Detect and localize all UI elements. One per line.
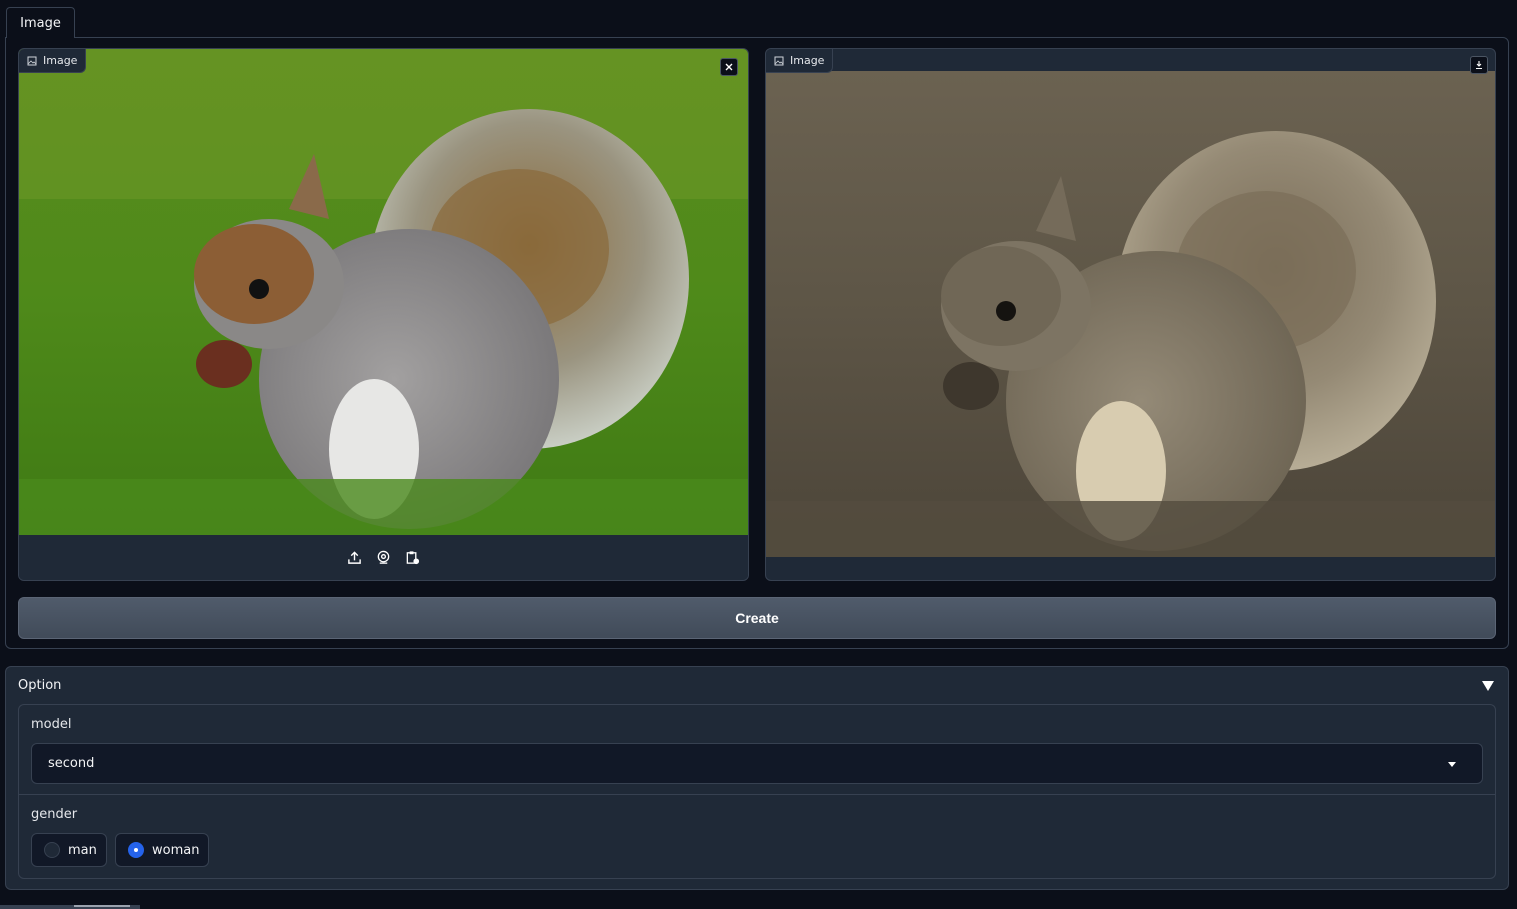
- clear-image-button[interactable]: [720, 58, 738, 76]
- clipboard-source-button[interactable]: [404, 549, 421, 566]
- radio-woman[interactable]: [128, 842, 144, 858]
- output-image-label: Image: [766, 49, 834, 73]
- model-block: model second: [18, 704, 1496, 795]
- options-accordion-title[interactable]: Option: [18, 678, 61, 693]
- input-image-box[interactable]: Image: [18, 48, 749, 581]
- model-dropdown-value: second: [48, 756, 95, 771]
- webcam-source-button[interactable]: [375, 549, 392, 566]
- image-icon: [27, 56, 37, 65]
- gender-option-woman-label: woman: [152, 842, 200, 858]
- options-accordion: Option model second gender man woman: [5, 666, 1509, 890]
- gender-option-man-label: man: [68, 842, 97, 858]
- input-squirrel-image: [19, 49, 748, 535]
- image-icon: [774, 56, 784, 65]
- radio-man[interactable]: [44, 842, 60, 858]
- download-icon: [1476, 61, 1482, 70]
- accordion-toggle-icon[interactable]: [1482, 681, 1494, 691]
- input-image-label-text: Image: [43, 54, 78, 67]
- horizontal-scrollbar[interactable]: [0, 905, 140, 909]
- output-sepia-image: [766, 71, 1495, 557]
- create-button[interactable]: Create: [18, 597, 1496, 639]
- chevron-down-icon: [1448, 762, 1456, 767]
- output-image-label-text: Image: [790, 54, 825, 67]
- gender-option-woman[interactable]: woman: [115, 833, 209, 867]
- download-button[interactable]: [1470, 56, 1488, 74]
- image-source-bar: [19, 535, 748, 580]
- model-dropdown[interactable]: second: [31, 743, 1483, 784]
- gender-block: gender man woman: [18, 794, 1496, 879]
- clipboard-icon: [406, 551, 420, 565]
- gender-label: gender: [31, 807, 78, 822]
- input-image-label: Image: [19, 49, 87, 73]
- gender-option-man[interactable]: man: [31, 833, 107, 867]
- output-image-box: Image: [765, 48, 1496, 581]
- upload-icon: [348, 551, 361, 564]
- model-label: model: [31, 717, 72, 732]
- upload-source-button[interactable]: [346, 549, 363, 566]
- tab-image[interactable]: Image: [6, 7, 75, 38]
- webcam-icon: [377, 550, 390, 564]
- tab-image-label: Image: [20, 15, 61, 31]
- close-icon: [725, 63, 733, 71]
